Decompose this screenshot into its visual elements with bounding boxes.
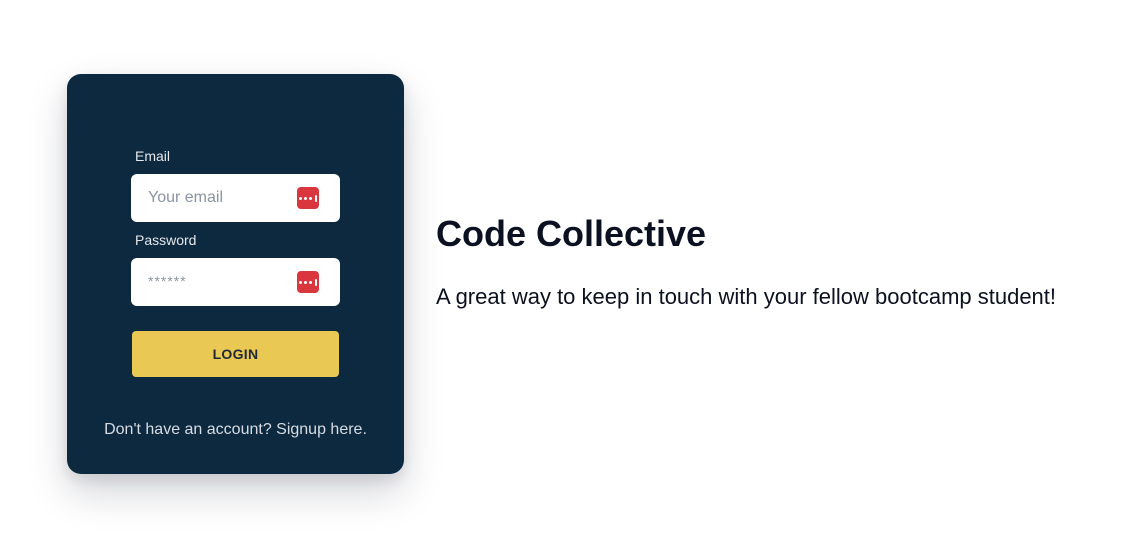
- password-label: Password: [135, 232, 197, 248]
- password-manager-icon[interactable]: [297, 271, 319, 293]
- email-label: Email: [135, 148, 171, 164]
- login-button[interactable]: LOGIN: [132, 331, 339, 377]
- tagline: A great way to keep in touch with your f…: [436, 284, 1057, 309]
- page: Email Password LOGIN Don't have an accou…: [0, 0, 1144, 551]
- login-card: Email Password LOGIN Don't have an accou…: [67, 74, 404, 474]
- password-manager-icon[interactable]: [297, 187, 319, 209]
- page-title: Code Collective: [436, 213, 707, 254]
- signup-link[interactable]: Don't have an account? Signup here.: [67, 421, 404, 439]
- email-field-wrapper: [131, 174, 340, 222]
- password-field-wrapper: [131, 258, 340, 306]
